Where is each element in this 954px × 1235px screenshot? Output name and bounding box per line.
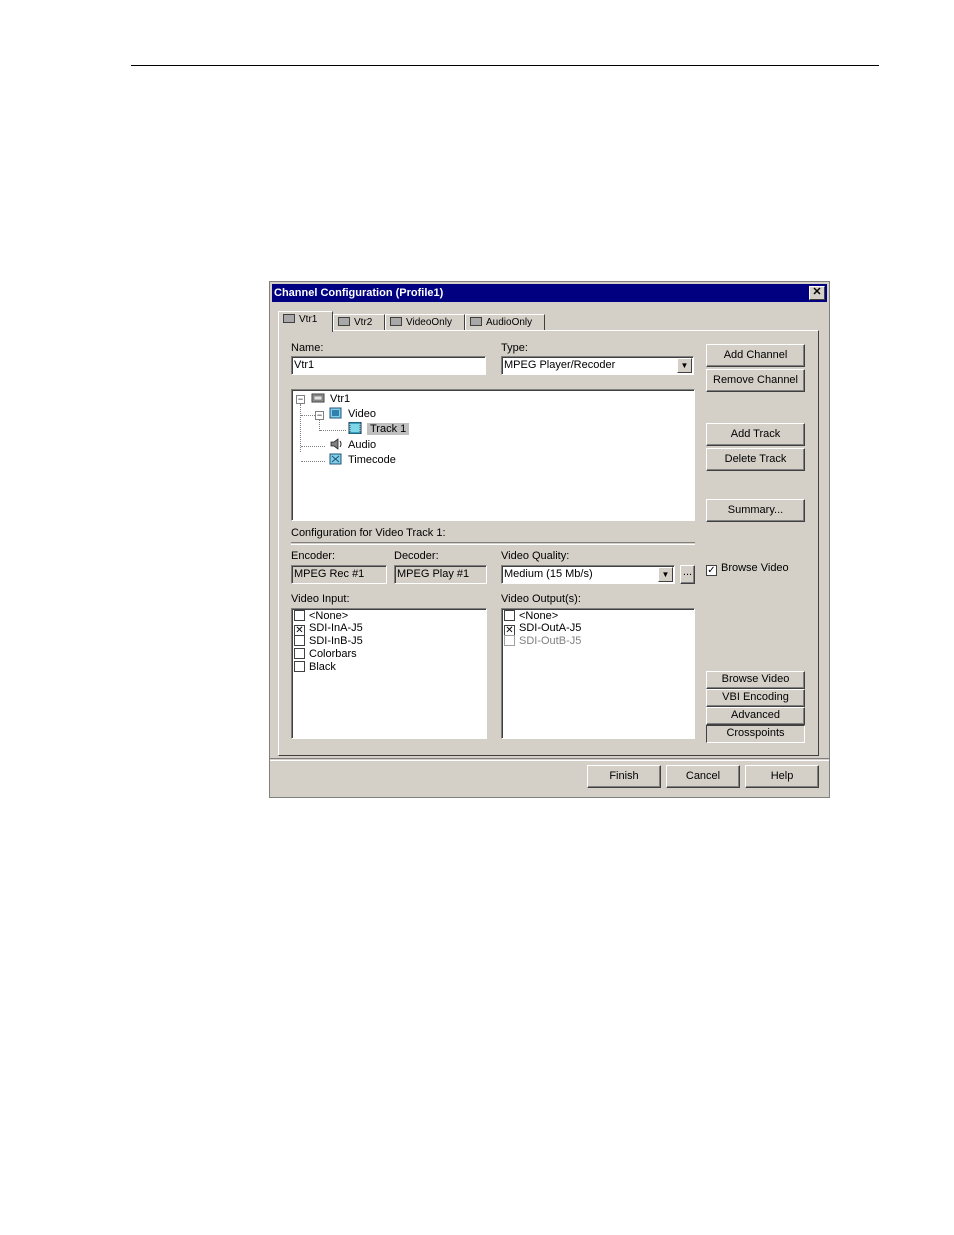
vbi-encoding-button[interactable]: VBI Encoding [706,689,805,707]
tab-vtr2[interactable]: Vtr2 [333,314,385,331]
channel-configuration-dialog: Channel Configuration (Profile1) ✕ Vtr1 … [269,281,830,798]
tree-node-audio[interactable]: Audio [329,438,376,453]
tree-node-timecode[interactable]: Timecode [329,453,396,468]
vtr-icon [338,317,350,326]
tab-videoonly[interactable]: VideoOnly [385,314,465,331]
add-track-button[interactable]: Add Track [706,423,805,446]
speaker-icon [329,438,343,450]
page-header-rule [131,65,879,66]
tab-label: Vtr1 [299,314,318,325]
film-icon [348,421,362,435]
video-input-item-label: SDI-InB-J5 [309,635,363,647]
video-input-label: Video Input: [291,593,350,605]
video-input-list[interactable]: <None> ✕ SDI-InA-J5 SDI-InB-J5 Colorbars … [291,608,487,739]
video-input-item-label: Colorbars [309,648,357,660]
remove-channel-button[interactable]: Remove Channel [706,369,805,392]
tab-audioonly[interactable]: AudioOnly [465,314,545,331]
type-dropdown[interactable]: MPEG Player/Recoder ▼ [501,356,694,375]
add-channel-button[interactable]: Add Channel [706,344,805,367]
tab-label: Vtr2 [354,317,373,328]
close-icon[interactable]: ✕ [809,286,825,300]
type-value: MPEG Player/Recoder [504,359,616,371]
video-output-label: Video Output(s): [501,593,581,605]
video-output-item[interactable]: ✕ SDI-OutA-J5 [504,622,582,636]
browse-video-checkbox-label: Browse Video [721,562,789,574]
tree-node-track-1[interactable]: Track 1 [348,421,410,437]
checkbox-icon [294,635,305,646]
checkbox-icon [504,635,515,646]
checkbox-icon [504,610,515,621]
video-quality-dropdown[interactable]: Medium (15 Mb/s) ▼ [501,565,675,584]
finish-button[interactable]: Finish [587,765,661,788]
collapse-icon[interactable]: − [315,411,324,420]
decoder-label: Decoder: [394,550,439,562]
checkbox-checked-icon: ✓ [706,565,717,576]
vtr-icon [390,317,402,326]
quality-options-button[interactable]: ... [680,565,695,584]
video-input-item-label: <None> [309,610,349,622]
tree-label-vtr1: Vtr1 [330,393,351,405]
video-output-list[interactable]: <None> ✕ SDI-OutA-J5 SDI-OutB-J5 [501,608,695,739]
video-output-item-label: SDI-OutB-J5 [519,635,582,647]
tree-label-video: Video [348,408,376,420]
tree-node-video[interactable]: Video [329,407,376,422]
timecode-icon [329,453,343,465]
video-quality-label: Video Quality: [501,550,570,562]
collapse-icon[interactable]: − [296,395,305,404]
checkbox-icon [294,610,305,621]
cancel-button[interactable]: Cancel [666,765,740,788]
tab-panel: Name: Vtr1 Type: MPEG Player/Recoder ▼ −… [278,330,819,756]
video-output-item-label: <None> [519,610,559,622]
video-input-item[interactable]: Colorbars [294,648,357,661]
summary-button[interactable]: Summary... [706,499,805,522]
vtr-icon [283,314,295,323]
browse-video-button[interactable]: Browse Video [706,671,805,689]
tab-label: AudioOnly [486,317,533,328]
name-field[interactable]: Vtr1 [291,356,486,375]
video-input-item[interactable]: Black [294,661,336,674]
delete-track-button[interactable]: Delete Track [706,448,805,471]
video-output-item-label: SDI-OutA-J5 [519,622,582,634]
chevron-down-icon[interactable]: ▼ [658,567,673,582]
decoder-field: MPEG Play #1 [394,565,487,584]
video-input-item[interactable]: SDI-InB-J5 [294,635,363,648]
video-quality-value: Medium (15 Mb/s) [504,568,593,580]
tree-label-timecode: Timecode [348,454,396,466]
help-button[interactable]: Help [745,765,819,788]
video-output-item-disabled: SDI-OutB-J5 [504,635,581,648]
browse-video-checkbox[interactable]: ✓ Browse Video [706,562,789,576]
crosspoints-button[interactable]: Crosspoints [706,725,805,743]
config-heading: Configuration for Video Track 1: [291,527,446,539]
checkbox-icon [294,648,305,659]
encoder-label: Encoder: [291,550,336,562]
tree-label-track-1: Track 1 [367,423,410,435]
encoder-field: MPEG Rec #1 [291,565,387,584]
vtr-icon [311,392,325,404]
tab-label: VideoOnly [406,317,452,328]
tree-node-vtr1[interactable]: Vtr1 [311,392,350,407]
name-label: Name: [291,342,324,354]
video-input-item-label: SDI-InA-J5 [309,622,363,634]
dialog-titlebar: Channel Configuration (Profile1) ✕ [272,284,827,302]
video-icon [329,407,343,419]
video-input-item[interactable]: ✕ SDI-InA-J5 [294,622,363,636]
tab-vtr1[interactable]: Vtr1 [278,311,333,332]
vtr-icon [470,317,482,326]
type-label: Type: [501,342,528,354]
chevron-down-icon[interactable]: ▼ [677,358,692,373]
dialog-title: Channel Configuration (Profile1) [274,287,444,299]
tree-label-audio: Audio [348,439,377,451]
footer-divider [270,758,829,761]
checkbox-icon [294,661,305,672]
channel-tree[interactable]: − Vtr1 − Video Track 1 Audio Timecode [291,389,695,521]
video-input-item-label: Black [309,661,336,673]
config-divider [291,542,695,545]
advanced-button[interactable]: Advanced [706,707,805,725]
